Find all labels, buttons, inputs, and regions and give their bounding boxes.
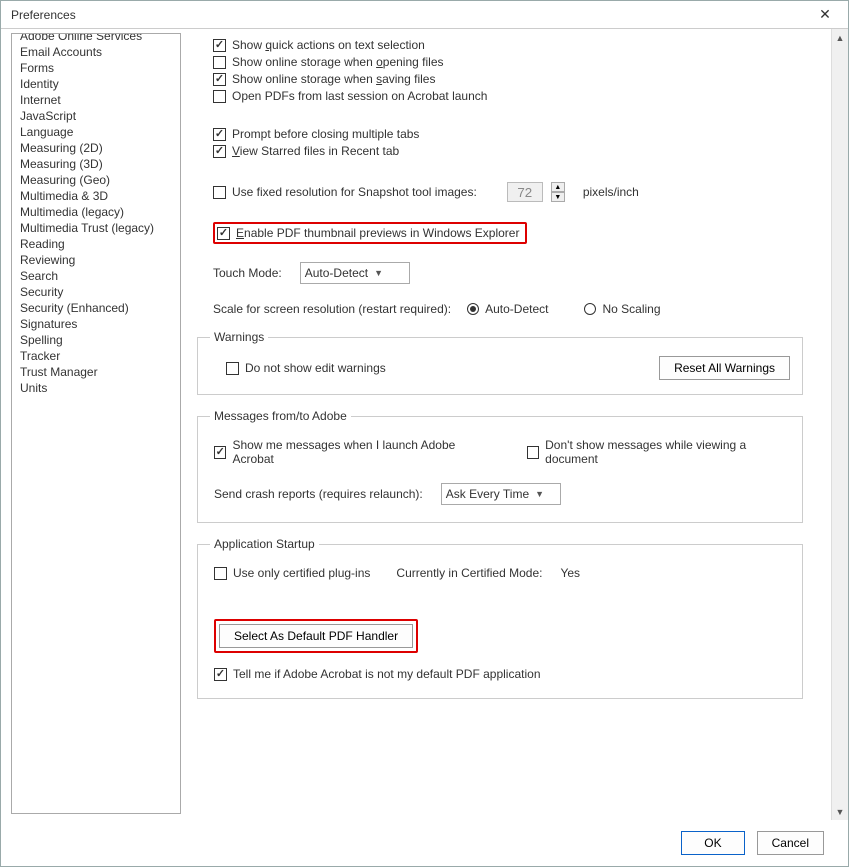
warnings-legend: Warnings [210, 330, 268, 344]
scale-auto-label[interactable]: Auto-Detect [485, 302, 548, 316]
storage-open-check[interactable] [213, 56, 226, 69]
storage-open-label[interactable]: Show online storage when opening files [232, 55, 444, 69]
crash-value: Ask Every Time [446, 487, 529, 501]
quick-actions-check[interactable] [213, 39, 226, 52]
sidebar-item[interactable]: Spelling [12, 332, 180, 348]
view-starred-check[interactable] [213, 145, 226, 158]
crash-label: Send crash reports (requires relaunch): [214, 487, 423, 501]
spinner-down-icon[interactable]: ▼ [551, 192, 565, 202]
snapshot-unit: pixels/inch [583, 185, 639, 199]
no-edit-warnings-label[interactable]: Do not show edit warnings [245, 361, 386, 375]
prompt-close-label[interactable]: Prompt before closing multiple tabs [232, 127, 419, 141]
open-last-label[interactable]: Open PDFs from last session on Acrobat l… [232, 89, 487, 103]
show-launch-label[interactable]: Show me messages when I launch Adobe Acr… [232, 438, 486, 466]
sidebar-item[interactable]: Search [12, 268, 180, 284]
scroll-up-icon[interactable]: ▲ [832, 29, 848, 46]
storage-save-label[interactable]: Show online storage when saving files [232, 72, 435, 86]
sidebar-item[interactable]: Measuring (3D) [12, 156, 180, 172]
snapshot-check[interactable] [213, 186, 226, 199]
scroll-down-icon[interactable]: ▼ [832, 803, 848, 820]
window-title: Preferences [11, 8, 76, 22]
default-handler-highlight: Select As Default PDF Handler [214, 619, 418, 653]
startup-group: Application Startup Use only certified p… [197, 537, 803, 699]
reset-warnings-button[interactable]: Reset All Warnings [659, 356, 790, 380]
close-icon[interactable]: ✕ [810, 6, 840, 23]
cancel-button[interactable]: Cancel [757, 831, 824, 855]
sidebar-item[interactable]: Identity [12, 76, 180, 92]
snapshot-value-input [507, 182, 543, 202]
certified-plugins-check[interactable] [214, 567, 227, 580]
no-edit-warnings-check[interactable] [226, 362, 239, 375]
touch-mode-value: Auto-Detect [305, 266, 368, 280]
sidebar-item[interactable]: Multimedia Trust (legacy) [12, 220, 180, 236]
storage-save-check[interactable] [213, 73, 226, 86]
thumbnail-preview-highlight: Enable PDF thumbnail previews in Windows… [213, 222, 527, 244]
scroll-track[interactable] [832, 46, 848, 803]
spinner-up-icon[interactable]: ▲ [551, 182, 565, 192]
preferences-dialog: Preferences ✕ Adobe Online ServicesEmail… [0, 0, 849, 867]
content-panel: Show quick actions on text selection Sho… [187, 29, 831, 820]
sidebar-item[interactable]: Internet [12, 92, 180, 108]
chevron-down-icon: ▼ [374, 268, 383, 278]
ok-button[interactable]: OK [681, 831, 744, 855]
dialog-body: Adobe Online ServicesEmail AccountsForms… [1, 29, 848, 820]
snapshot-spinner[interactable]: ▲ ▼ [551, 182, 565, 202]
cert-mode-value: Yes [560, 566, 580, 580]
sidebar-item[interactable]: Email Accounts [12, 44, 180, 60]
dialog-footer: OK Cancel [1, 820, 848, 866]
scale-none-label[interactable]: No Scaling [602, 302, 660, 316]
messages-legend: Messages from/to Adobe [210, 409, 351, 423]
dont-show-view-check[interactable] [527, 446, 539, 459]
content-wrap: Show quick actions on text selection Sho… [187, 29, 848, 820]
prompt-close-check[interactable] [213, 128, 226, 141]
quick-actions-label[interactable]: Show quick actions on text selection [232, 38, 425, 52]
open-last-check[interactable] [213, 90, 226, 103]
dont-show-view-label[interactable]: Don't show messages while viewing a docu… [545, 438, 790, 466]
warnings-group: Warnings Do not show edit warnings Reset… [197, 330, 803, 395]
sidebar-item[interactable]: JavaScript [12, 108, 180, 124]
view-starred-label[interactable]: View Starred files in Recent tab [232, 144, 399, 158]
crash-select[interactable]: Ask Every Time ▼ [441, 483, 561, 505]
category-sidebar[interactable]: Adobe Online ServicesEmail AccountsForms… [11, 33, 181, 814]
startup-legend: Application Startup [210, 537, 319, 551]
default-handler-button[interactable]: Select As Default PDF Handler [219, 624, 413, 648]
sidebar-item[interactable]: Security [12, 284, 180, 300]
sidebar-item[interactable]: Measuring (2D) [12, 140, 180, 156]
tell-default-label[interactable]: Tell me if Adobe Acrobat is not my defau… [233, 667, 541, 681]
sidebar-item[interactable]: Adobe Online Services [12, 33, 180, 44]
show-launch-check[interactable] [214, 446, 226, 459]
vertical-scrollbar[interactable]: ▲ ▼ [831, 29, 848, 820]
scale-auto-radio[interactable] [467, 303, 479, 315]
touch-mode-select[interactable]: Auto-Detect ▼ [300, 262, 410, 284]
tell-default-check[interactable] [214, 668, 227, 681]
scale-none-radio[interactable] [584, 303, 596, 315]
sidebar-item[interactable]: Measuring (Geo) [12, 172, 180, 188]
sidebar-item[interactable]: Multimedia & 3D [12, 188, 180, 204]
thumbnail-preview-label[interactable]: Enable PDF thumbnail previews in Windows… [236, 226, 519, 240]
chevron-down-icon: ▼ [535, 489, 544, 499]
sidebar-item[interactable]: Reading [12, 236, 180, 252]
sidebar-item[interactable]: Multimedia (legacy) [12, 204, 180, 220]
thumbnail-preview-check[interactable] [217, 227, 230, 240]
sidebar-item[interactable]: Reviewing [12, 252, 180, 268]
titlebar: Preferences ✕ [1, 1, 848, 29]
messages-group: Messages from/to Adobe Show me messages … [197, 409, 803, 523]
certified-plugins-label[interactable]: Use only certified plug-ins [233, 566, 370, 580]
sidebar-item[interactable]: Units [12, 380, 180, 396]
scale-label: Scale for screen resolution (restart req… [213, 302, 451, 316]
sidebar-item[interactable]: Tracker [12, 348, 180, 364]
sidebar-item[interactable]: Language [12, 124, 180, 140]
snapshot-label[interactable]: Use fixed resolution for Snapshot tool i… [232, 185, 477, 199]
cert-mode-label: Currently in Certified Mode: [396, 566, 542, 580]
sidebar-item[interactable]: Security (Enhanced) [12, 300, 180, 316]
sidebar-item[interactable]: Trust Manager [12, 364, 180, 380]
touch-mode-label: Touch Mode: [213, 266, 282, 280]
sidebar-item[interactable]: Forms [12, 60, 180, 76]
sidebar-item[interactable]: Signatures [12, 316, 180, 332]
